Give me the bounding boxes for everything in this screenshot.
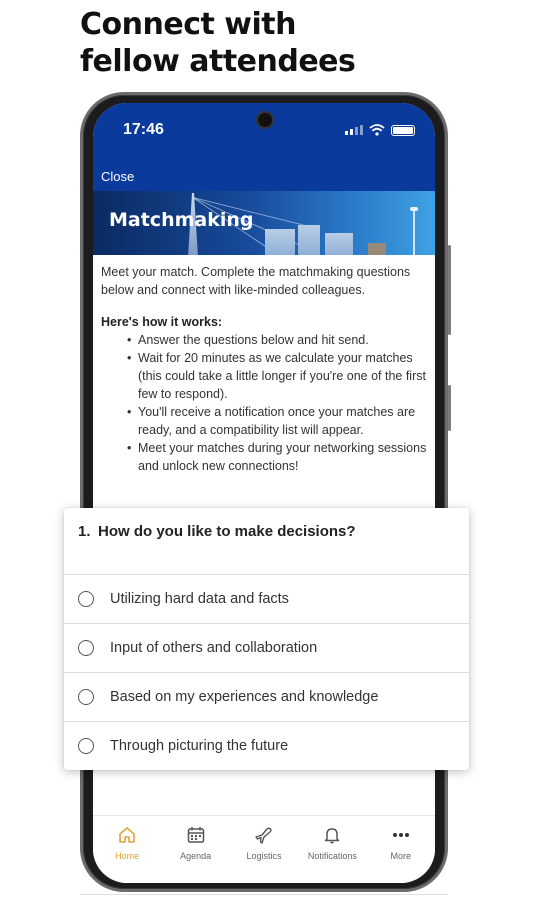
- lamp-post-graphic: [410, 207, 418, 255]
- divider: [80, 894, 448, 895]
- power-button: [448, 385, 451, 431]
- answer-option[interactable]: Based on my experiences and knowledge: [64, 672, 469, 721]
- page-title: Matchmaking: [109, 209, 254, 231]
- tab-more[interactable]: More: [369, 824, 433, 883]
- status-icons: [345, 124, 415, 136]
- answer-option[interactable]: Utilizing hard data and facts: [64, 574, 469, 623]
- answer-label: Utilizing hard data and facts: [110, 591, 289, 607]
- building-graphic: [298, 225, 320, 255]
- nav-bar: Close: [93, 161, 435, 191]
- promo-headline: Connect with fellow attendees: [80, 6, 520, 80]
- intro-content: Meet your match. Complete the matchmakin…: [101, 263, 431, 475]
- building-graphic: [265, 229, 295, 255]
- headline-line-2: fellow attendees: [80, 44, 356, 79]
- answer-option[interactable]: Through picturing the future: [64, 721, 469, 770]
- answer-label: Input of others and collaboration: [110, 640, 318, 656]
- building-graphic: [368, 243, 386, 255]
- question-number: 1.: [78, 523, 91, 540]
- intro-text: Meet your match. Complete the matchmakin…: [101, 265, 411, 297]
- answer-label: Through picturing the future: [110, 738, 289, 754]
- answer-label: Based on my experiences and knowledge: [110, 689, 379, 705]
- tab-notifications[interactable]: Notifications: [300, 824, 364, 883]
- radio-button-icon[interactable]: [78, 689, 94, 705]
- bell-icon: [321, 824, 343, 846]
- status-bar: 17:46: [93, 103, 435, 161]
- tab-home[interactable]: Home: [95, 824, 159, 883]
- calendar-icon: [185, 824, 207, 846]
- radio-button-icon[interactable]: [78, 738, 94, 754]
- battery-icon: [391, 124, 415, 136]
- tab-label: Home: [115, 851, 140, 861]
- signal-icon: [345, 125, 363, 135]
- question-text: How do you like to make decisions?: [98, 523, 356, 540]
- list-item: Answer the questions below and hit send.: [127, 331, 431, 349]
- wifi-icon: [369, 124, 385, 136]
- phone-frame: 17:46 Close Matchmaking Meet your match.…: [80, 92, 451, 892]
- banner-image: Matchmaking: [93, 191, 435, 255]
- tab-label: More: [390, 851, 411, 861]
- plane-icon: [253, 824, 275, 846]
- tab-agenda[interactable]: Agenda: [164, 824, 228, 883]
- tab-label: Agenda: [180, 851, 212, 861]
- tab-label: Notifications: [307, 851, 357, 861]
- front-camera: [258, 113, 272, 127]
- bottom-tab-bar: Home Agenda Logistics Notifications More: [93, 815, 435, 883]
- list-item: You'll receive a notification once your …: [127, 403, 431, 439]
- headline-line-1: Connect with: [80, 7, 296, 42]
- tab-logistics[interactable]: Logistics: [232, 824, 296, 883]
- question-card: 1. How do you like to make decisions? Ut…: [64, 508, 469, 770]
- building-graphic: [325, 233, 353, 255]
- question-header: 1. How do you like to make decisions?: [64, 508, 469, 574]
- how-it-works-title: Here's how it works:: [101, 315, 223, 329]
- status-time: 17:46: [123, 121, 164, 138]
- list-item: Meet your matches during your networking…: [127, 439, 431, 475]
- radio-button-icon[interactable]: [78, 640, 94, 656]
- close-button[interactable]: Close: [101, 169, 134, 184]
- answer-option[interactable]: Input of others and collaboration: [64, 623, 469, 672]
- more-icon: [390, 824, 412, 846]
- volume-button: [448, 245, 451, 335]
- radio-button-icon[interactable]: [78, 591, 94, 607]
- home-icon: [116, 824, 138, 846]
- list-item: Wait for 20 minutes as we calculate your…: [127, 349, 431, 403]
- steps-list: Answer the questions below and hit send.…: [127, 331, 431, 475]
- tab-label: Logistics: [246, 851, 282, 861]
